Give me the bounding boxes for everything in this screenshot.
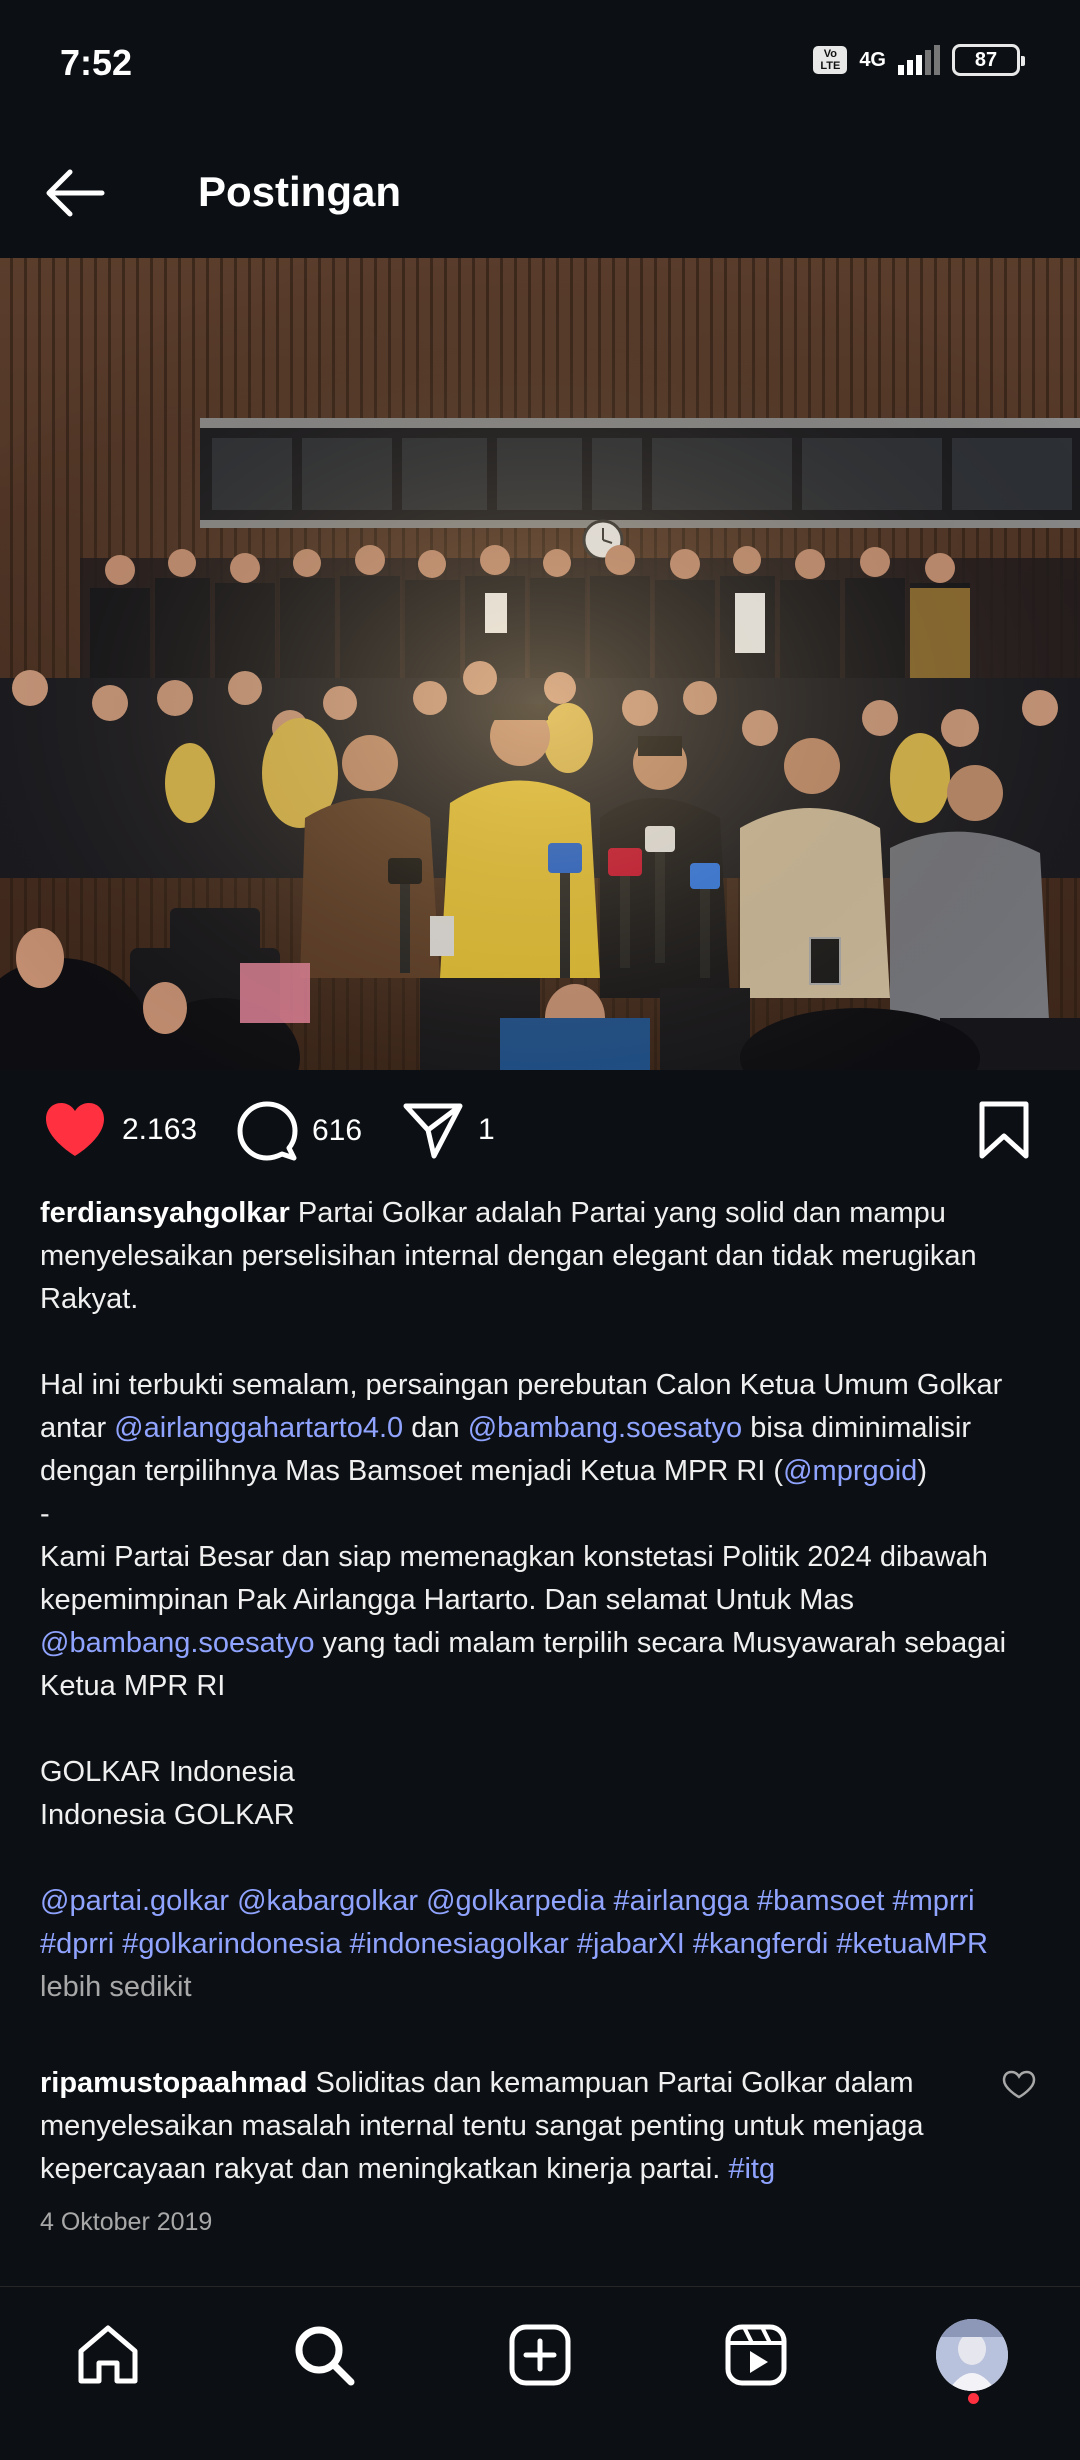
volte-icon: Vo LTE bbox=[813, 46, 848, 74]
status-bar: 7:52 Vo LTE 4G 87 bbox=[0, 0, 1080, 128]
post-photo[interactable] bbox=[0, 258, 1080, 1070]
status-time: 7:52 bbox=[60, 42, 133, 83]
send-paper-plane-icon bbox=[403, 1103, 463, 1159]
profile-avatar[interactable] bbox=[932, 2315, 1012, 2395]
battery-icon: 87 bbox=[952, 44, 1025, 76]
heart-filled-icon bbox=[46, 1103, 104, 1156]
like-count: 2.163 bbox=[122, 1113, 198, 1146]
top-app-bar: Postingan bbox=[0, 128, 1080, 258]
heart-outline-icon bbox=[1002, 2070, 1036, 2099]
mention-bamsoet[interactable]: @bambang.soesatyo bbox=[468, 1412, 743, 1444]
caption-line-indonesia-golkar: Indonesia GOLKAR bbox=[40, 1799, 295, 1831]
share-button[interactable]: 1 bbox=[402, 1100, 495, 1160]
mention-mprgoid[interactable]: @mprgoid bbox=[783, 1455, 917, 1487]
post-date: 4 Oktober 2019 bbox=[40, 2208, 213, 2236]
caption-line-golkar-indonesia: GOLKAR Indonesia bbox=[40, 1756, 295, 1788]
avatar bbox=[936, 2319, 1008, 2391]
caption-hashtags[interactable]: @partai.golkar @kabargolkar @golkarpedia… bbox=[40, 1885, 988, 1960]
show-less-link[interactable]: lebih sedikit bbox=[40, 1971, 192, 2003]
comment-bubble-icon bbox=[237, 1101, 298, 1161]
mention-airlangga[interactable]: @airlanggahartarto4.0 bbox=[114, 1412, 403, 1444]
signal-icon bbox=[898, 45, 940, 75]
caption-paragraph-2d: ) bbox=[917, 1455, 927, 1487]
like-button[interactable]: 2.163 bbox=[42, 1100, 197, 1160]
caption-paragraph-3a: Kami Partai Besar dan siap memenagkan ko… bbox=[40, 1541, 988, 1616]
caption-username[interactable]: ferdiansyahgolkar bbox=[40, 1197, 290, 1229]
bottom-navigation bbox=[0, 2286, 1080, 2460]
caption-paragraph-2b: dan bbox=[403, 1412, 468, 1444]
search-icon[interactable] bbox=[284, 2315, 364, 2395]
comment-hashtag[interactable]: #itg bbox=[728, 2153, 775, 2185]
arrow-left-icon[interactable] bbox=[40, 158, 110, 228]
comment-button[interactable]: 616 bbox=[236, 1100, 362, 1162]
status-icons: Vo LTE 4G 87 bbox=[813, 44, 1025, 76]
share-count: 1 bbox=[478, 1113, 495, 1146]
comment-username[interactable]: ripamustopaahmad bbox=[40, 2067, 308, 2099]
home-icon[interactable] bbox=[68, 2315, 148, 2395]
battery-level: 87 bbox=[974, 48, 998, 71]
page-title: Postingan bbox=[198, 168, 402, 215]
caption-dash: - bbox=[40, 1498, 50, 1530]
post-actions: 2.163 616 1 bbox=[0, 1090, 1080, 1170]
network-type: 4G bbox=[859, 49, 886, 71]
bookmark-button[interactable] bbox=[978, 1100, 1030, 1165]
post-photo-illustration bbox=[0, 258, 1080, 1070]
comment-count: 616 bbox=[312, 1114, 363, 1147]
top-comment: ripamustopaahmad Soliditas dan kemampuan… bbox=[40, 2062, 1000, 2191]
mention-bamsoet-2[interactable]: @bambang.soesatyo bbox=[40, 1627, 315, 1659]
create-post-icon[interactable] bbox=[500, 2315, 580, 2395]
post-caption: ferdiansyahgolkar Partai Golkar adalah P… bbox=[40, 1192, 1050, 2009]
notification-dot bbox=[968, 2393, 979, 2404]
bookmark-icon bbox=[979, 1101, 1029, 1159]
comment-like-button[interactable] bbox=[1002, 2070, 1036, 2105]
reels-icon[interactable] bbox=[716, 2315, 796, 2395]
